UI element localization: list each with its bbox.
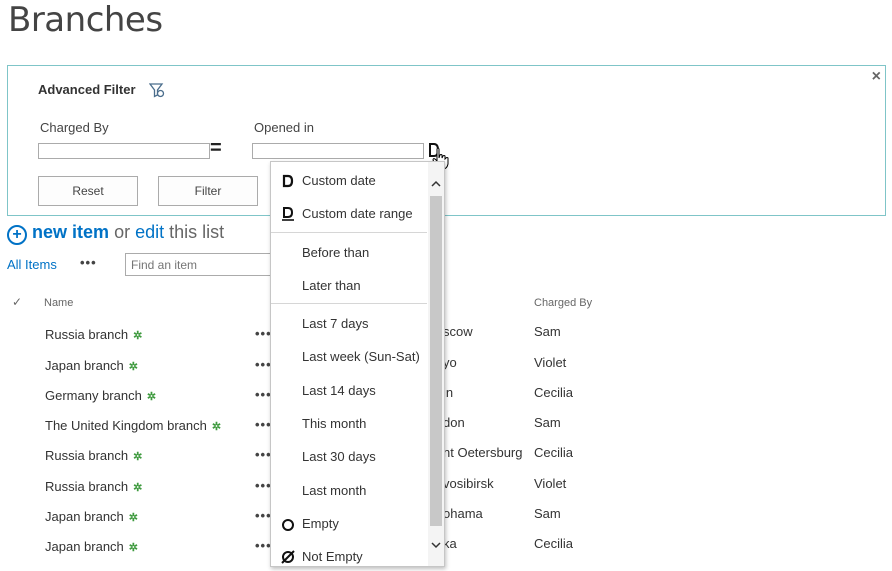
new-item-icon: ✲ xyxy=(128,361,138,373)
city-cell: nt Oetersburg xyxy=(443,445,523,460)
dropdown-item-custom-date-range[interactable]: Custom date range xyxy=(302,206,413,221)
dropdown-item-last-7-days[interactable]: Last 7 days xyxy=(302,316,369,331)
new-item-link[interactable]: new item xyxy=(32,222,109,242)
new-item-icon: ✲ xyxy=(133,330,143,342)
dropdown-item-custom-date[interactable]: Custom date xyxy=(302,173,376,188)
city-cell: yo xyxy=(443,355,457,370)
not-empty-icon xyxy=(281,550,295,564)
new-item-icon: ✲ xyxy=(128,512,138,524)
this-list-text: this list xyxy=(169,222,225,242)
scroll-down-arrow-icon[interactable] xyxy=(430,539,442,551)
dropdown-divider xyxy=(271,303,427,304)
scroll-up-arrow-icon[interactable] xyxy=(430,178,442,190)
search-input[interactable] xyxy=(125,253,275,276)
item-name-link[interactable]: The United Kingdom branch xyxy=(45,418,207,433)
table-row: Japan branch ✲ xyxy=(45,538,138,556)
item-name-link[interactable]: Japan branch xyxy=(45,539,124,554)
dropdown-item-last-month[interactable]: Last month xyxy=(302,483,366,498)
dropdown-item-before-than[interactable]: Before than xyxy=(302,245,369,260)
dropdown-divider xyxy=(271,232,427,233)
city-cell: scow xyxy=(443,324,473,339)
opened-in-label: Opened in xyxy=(254,120,314,135)
page-title: Branches xyxy=(8,0,163,40)
charged-by-cell: Cecilia xyxy=(534,445,574,460)
charged-by-input[interactable] xyxy=(38,143,210,159)
new-item-icon: ✲ xyxy=(128,542,138,554)
custom-date-icon xyxy=(282,174,294,188)
edit-link[interactable]: edit xyxy=(135,222,164,242)
charged-by-cell: Cecilia xyxy=(534,385,574,400)
dropdown-item-later-than[interactable]: Later than xyxy=(302,278,361,293)
new-item-row: + new item or edit this list xyxy=(7,222,224,245)
filter-title: Advanced Filter xyxy=(38,82,136,97)
table-row: Russia branch ✲ xyxy=(45,447,142,465)
new-item-icon: ✲ xyxy=(133,482,143,494)
column-header-charged-by[interactable]: Charged By xyxy=(534,297,592,309)
custom-date-range-icon xyxy=(282,207,294,221)
all-items-view-link[interactable]: All Items xyxy=(7,257,57,272)
reset-button[interactable]: Reset xyxy=(38,176,138,206)
dropdown-item-last-14-days[interactable]: Last 14 days xyxy=(302,383,376,398)
dropdown-scroll-thumb[interactable] xyxy=(430,196,442,526)
city-cell: don xyxy=(443,415,465,430)
new-item-icon: ✲ xyxy=(211,421,222,433)
new-item-icon: ✲ xyxy=(146,391,157,403)
or-text: or xyxy=(114,222,131,242)
dropdown-item-this-month[interactable]: This month xyxy=(302,416,366,431)
table-row: Russia branch ✲ xyxy=(45,478,142,496)
table-row: Japan branch ✲ xyxy=(45,357,138,375)
item-name-link[interactable]: Russia branch xyxy=(45,448,128,463)
table-row: Japan branch ✲ xyxy=(45,508,138,526)
select-all-check-icon[interactable]: ✓ xyxy=(12,295,22,309)
charged-by-cell: Sam xyxy=(534,324,561,339)
charged-by-label: Charged By xyxy=(40,120,109,135)
city-cell: ohama xyxy=(443,506,483,521)
filter-funnel-icon xyxy=(149,83,165,98)
empty-circle-icon xyxy=(282,519,294,531)
filter-button[interactable]: Filter xyxy=(158,176,258,206)
advanced-filter-panel: × Advanced Filter Charged By = Opened in… xyxy=(7,65,886,216)
equals-operator: = xyxy=(210,137,222,159)
charged-by-cell: Violet xyxy=(534,476,567,491)
item-name-link[interactable]: Japan branch xyxy=(45,509,124,524)
table-row: The United Kingdom branch ✲ xyxy=(45,417,221,435)
view-more-button[interactable]: ••• xyxy=(80,255,97,270)
add-icon[interactable]: + xyxy=(7,225,27,245)
charged-by-cell: Violet xyxy=(534,355,567,370)
table-row: Germany branch ✲ xyxy=(45,387,156,405)
opened-in-input[interactable] xyxy=(252,143,424,159)
column-header-name[interactable]: Name xyxy=(44,297,73,309)
table-row: Russia branch ✲ xyxy=(45,326,142,344)
dropdown-scrollbar[interactable] xyxy=(428,162,444,566)
item-name-link[interactable]: Russia branch xyxy=(45,479,128,494)
charged-by-cell: Cecilia xyxy=(534,536,574,551)
charged-by-cell: Sam xyxy=(534,415,561,430)
item-name-link[interactable]: Japan branch xyxy=(45,358,124,373)
city-cell: vosibirsk xyxy=(443,476,494,491)
dropdown-item-last-30-days[interactable]: Last 30 days xyxy=(302,449,376,464)
dropdown-item-last-week[interactable]: Last week (Sun-Sat) xyxy=(302,349,420,364)
dropdown-item-not-empty[interactable]: Not Empty xyxy=(302,549,363,564)
charged-by-cell: Sam xyxy=(534,506,561,521)
dropdown-item-empty[interactable]: Empty xyxy=(302,516,339,531)
item-name-link[interactable]: Germany branch xyxy=(45,388,142,403)
city-cell: ka xyxy=(443,536,457,551)
close-filter-button[interactable]: × xyxy=(872,68,881,86)
date-filter-dropdown: Custom date Custom date range Before tha… xyxy=(270,161,445,567)
new-item-icon: ✲ xyxy=(133,451,143,463)
item-name-link[interactable]: Russia branch xyxy=(45,327,128,342)
